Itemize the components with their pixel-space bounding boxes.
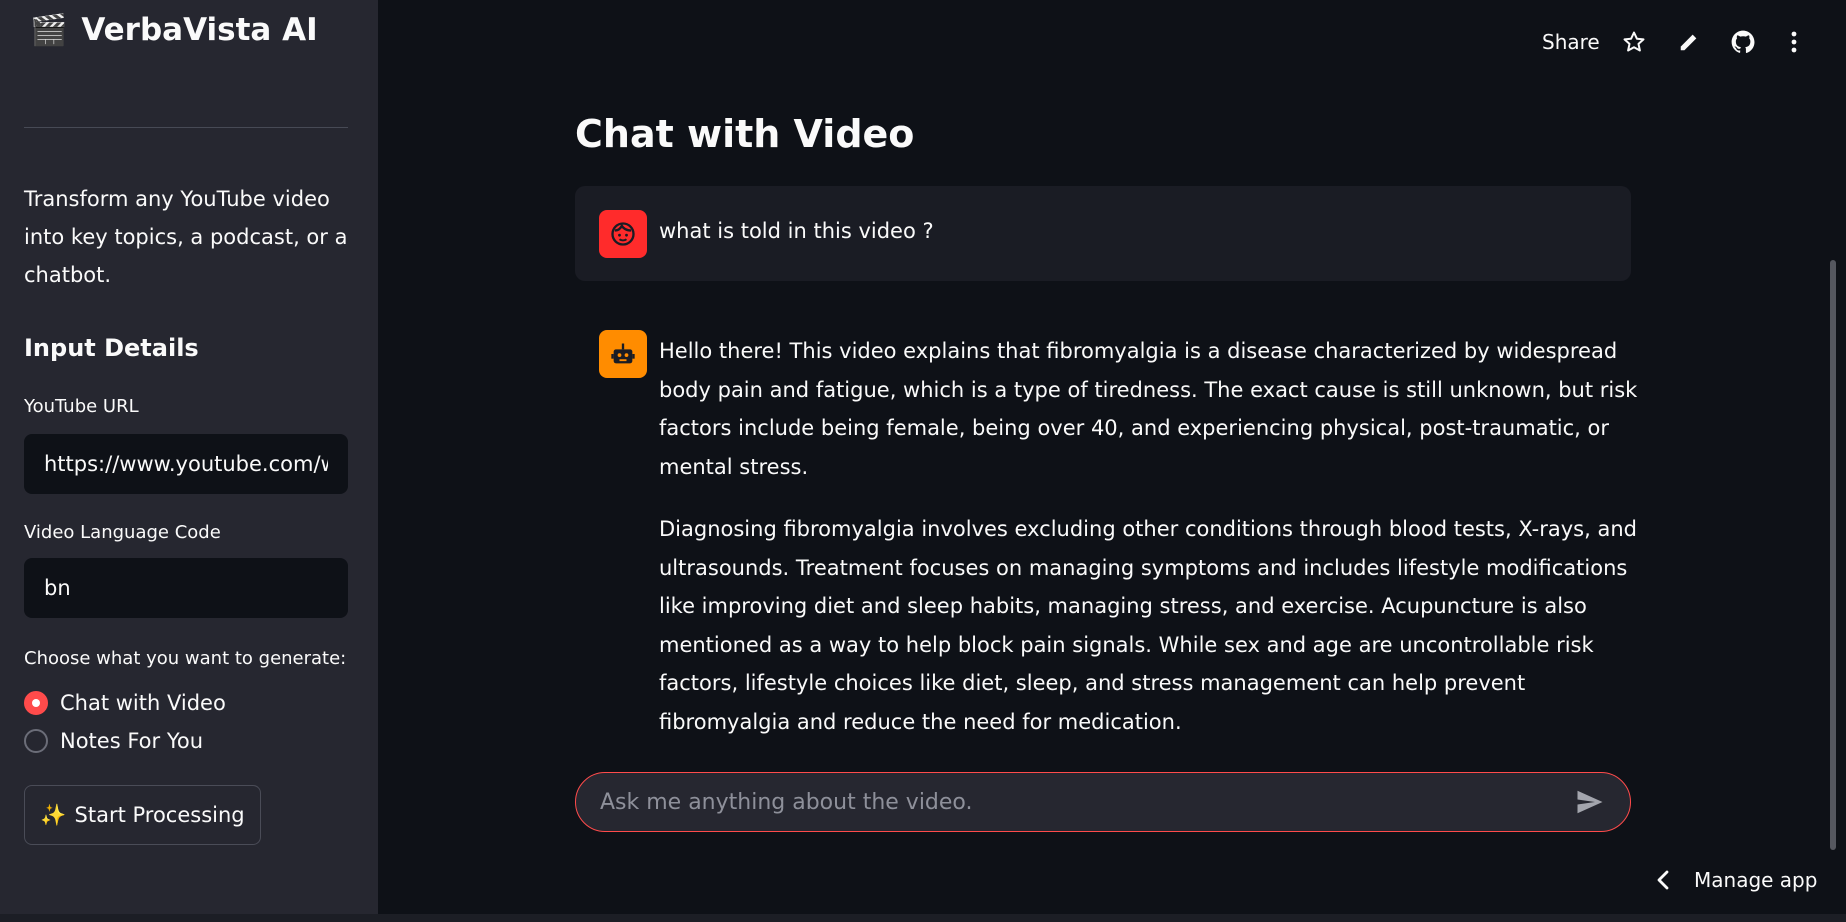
send-icon[interactable] [1574,786,1606,818]
assistant-paragraph: Hello there! This video explains that fi… [659,339,1638,479]
assistant-message-text: Hello there! This video explains that fi… [659,332,1639,741]
manage-app-label: Manage app [1694,868,1818,892]
chat-input-box[interactable] [575,772,1631,832]
radio-button-checked[interactable] [24,691,48,715]
radio-chat-with-video[interactable]: Chat with Video [24,691,226,715]
app-brand: 🎬 VerbaVista AI [30,12,318,48]
app-title: VerbaVista AI [81,12,318,48]
bot-avatar-icon [599,330,647,378]
sparkles-icon: ✨ [40,802,67,827]
radio-button[interactable] [24,729,48,753]
assistant-paragraph: Diagnosing fibromyalgia involves excludi… [659,517,1637,734]
user-message-text: what is told in this video ? [659,219,934,243]
radio-label: Notes For You [60,729,204,753]
chat-input[interactable] [600,789,1574,815]
generate-choice-label: Choose what you want to generate: [24,648,347,669]
github-icon[interactable] [1729,28,1757,56]
manage-app-button[interactable]: Manage app [1656,868,1817,892]
scrollbar[interactable] [1830,260,1836,850]
app-description: Transform any YouTube video into key top… [24,187,348,287]
user-avatar-icon [599,210,647,258]
bottom-strip [0,914,1846,922]
input-details-heading: Input Details [24,334,199,362]
language-code-label: Video Language Code [24,522,221,543]
radio-notes-for-you[interactable]: Notes For You [24,729,203,753]
star-icon[interactable] [1620,28,1648,56]
youtube-url-input[interactable] [24,434,348,494]
sidebar-divider [24,127,348,128]
pencil-icon[interactable] [1675,28,1703,56]
language-code-input[interactable] [24,558,348,618]
share-button[interactable]: Share [1542,30,1600,54]
radio-label: Chat with Video [60,691,226,715]
start-processing-button[interactable]: ✨ Start Processing [24,785,261,845]
page-title: Chat with Video [575,112,915,156]
sidebar: 🎬 VerbaVista AI Transform any YouTube vi… [0,0,378,922]
start-processing-label: Start Processing [74,803,245,827]
user-message: what is told in this video ? [575,186,1631,281]
more-vertical-icon[interactable] [1780,28,1808,56]
youtube-url-label: YouTube URL [24,396,139,417]
chevron-left-icon [1657,870,1669,890]
clapperboard-icon: 🎬 [30,12,68,48]
